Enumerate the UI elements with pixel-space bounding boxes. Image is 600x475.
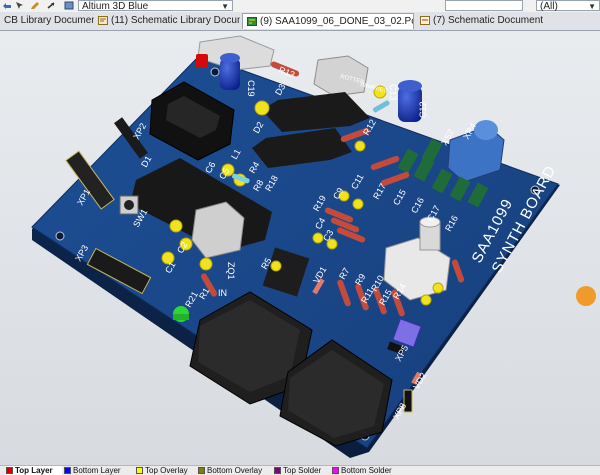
document-tab-bar: CB Library Document▼ (11) Schematic Libr…: [0, 12, 600, 31]
capacitor-c19: [220, 53, 240, 90]
layer-color-swatch: [64, 467, 71, 475]
view-config-dropdown[interactable]: Altium 3D Blue ▼: [78, 0, 233, 12]
red-led: [196, 54, 208, 68]
filter-dropdown[interactable]: (All) ▼: [536, 0, 600, 12]
select-icon[interactable]: [15, 1, 25, 10]
silk-c13: C13: [388, 84, 398, 101]
tab-label: (11) Schematic Library Document: [111, 15, 240, 26]
silk-midi-in: IN: [218, 288, 227, 298]
silk-r13: R13: [277, 65, 296, 80]
schdoc-icon: [420, 15, 430, 25]
chevron-down-icon: ▼: [588, 2, 596, 11]
tab-pcb-library[interactable]: CB Library Document▼: [0, 13, 94, 29]
schlib-icon: [98, 15, 108, 25]
tab-label: (7) Schematic Document: [433, 15, 544, 26]
silk-zq1: ZQ1: [226, 262, 236, 280]
layer-color-swatch: [136, 467, 143, 475]
layer-color-swatch: [274, 467, 281, 475]
tab-schematic-library[interactable]: (11) Schematic Library Document▼: [94, 13, 240, 29]
layer-color-swatch: [198, 467, 205, 475]
tab-schematic-document[interactable]: (7) Schematic Document▼: [416, 13, 548, 29]
undo-icon[interactable]: [2, 1, 12, 10]
tab-label: CB Library Document: [4, 15, 94, 26]
chevron-down-icon[interactable]: ▼: [547, 16, 548, 25]
toolbar-field[interactable]: [445, 0, 523, 11]
layer-color-swatch: [332, 467, 339, 475]
pcb-3d-viewport[interactable]: C19 R13 C13 C12 R12 XP2 XP1 D1 D2 D3 R8 …: [0, 31, 600, 465]
pencil-icon[interactable]: [30, 1, 40, 10]
crystal-zq1: [191, 201, 245, 259]
arrow-icon[interactable]: [46, 1, 56, 10]
green-led: [173, 306, 189, 322]
silk-c19: C19: [246, 80, 256, 97]
view-config-icon: [64, 1, 74, 10]
silk-c12: C12: [418, 101, 428, 118]
view-config-value: Altium 3D Blue: [82, 1, 149, 12]
orange-marker: [576, 286, 596, 306]
tab-label: (9) SAA1099_06_DONE_03_02.PcbDoc: [260, 16, 413, 27]
layer-color-swatch: [6, 467, 13, 475]
pcb-3d-view[interactable]: C19 R13 C13 C12 R12 XP2 XP1 D1 D2 D3 R8 …: [0, 31, 600, 465]
filter-value: (All): [540, 1, 558, 12]
tab-pcb-document[interactable]: (9) SAA1099_06_DONE_03_02.PcbDoc▼: [242, 13, 414, 29]
chevron-down-icon: ▼: [221, 2, 229, 11]
pcb-doc-icon: [247, 16, 257, 26]
